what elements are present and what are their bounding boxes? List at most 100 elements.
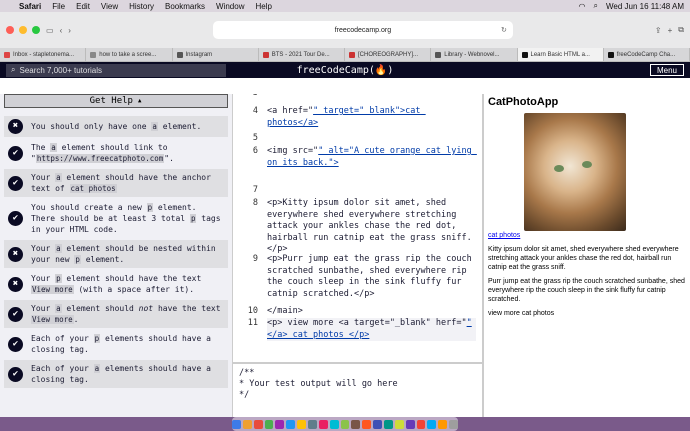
menubar-item-view[interactable]: View	[101, 2, 118, 11]
line-number: 3	[233, 94, 258, 100]
code-editor[interactable]: 3 4 <a href="" target="_blank">cat photos<…	[232, 94, 482, 417]
inline-code: p	[146, 203, 154, 212]
window-controls	[6, 26, 40, 34]
menubar-app-name[interactable]: Safari	[19, 2, 41, 11]
challenge-layout: Get Help ▴ ✖ You should only have one a e…	[0, 94, 690, 417]
dock-app-icon[interactable]	[362, 419, 372, 429]
new-tab-icon[interactable]: +	[668, 26, 673, 35]
forward-icon[interactable]: ›	[68, 26, 71, 35]
address-bar[interactable]: freecodecamp.org ↻	[212, 21, 513, 39]
code-area[interactable]: 3 4 <a href="" target="_blank">cat photos<…	[233, 94, 482, 359]
test-text: Each of your a elements should have a cl…	[31, 364, 211, 384]
search-input[interactable]: Search 7,000+ tutorials	[19, 66, 102, 75]
tab-overview-icon[interactable]: ⧉	[678, 25, 684, 35]
tab-label: Learn Basic HTML a...	[530, 51, 590, 58]
browser-tab[interactable]: Instagram	[173, 48, 259, 61]
dock-app-icon[interactable]	[297, 419, 306, 429]
dock-app-icon[interactable]	[264, 419, 274, 429]
dock-app-icon[interactable]	[286, 419, 296, 429]
back-icon[interactable]: ‹	[60, 26, 63, 35]
dock-app-icon[interactable]	[253, 419, 263, 429]
dock-app-icon[interactable]	[449, 419, 459, 429]
cat-photos-link[interactable]: cat photos	[488, 232, 520, 239]
dock-app-icon[interactable]	[394, 419, 404, 429]
menubar-item-bookmarks[interactable]: Bookmarks	[165, 2, 205, 11]
check-icon: ✔	[8, 366, 23, 382]
tab-label: BTS - 2021 Tour De...	[271, 51, 330, 58]
dock-app-icon[interactable]	[438, 419, 448, 429]
code-line[interactable]: <p>Kitty ipsum dolor sit amet, shed ever…	[267, 198, 476, 256]
menubar-item-history[interactable]: History	[129, 2, 154, 11]
dock-app-icon[interactable]	[329, 419, 339, 429]
browser-tab[interactable]: Library - Webnovel...	[431, 48, 518, 61]
test-text: Your p element should have the text View…	[31, 274, 202, 294]
dock-app-icon[interactable]	[308, 419, 317, 429]
get-help-label: Get Help	[89, 96, 133, 106]
inline-code: a	[93, 364, 101, 373]
dock-app-icon[interactable]	[275, 419, 285, 429]
code-line[interactable]: <p>Purr jump eat the grass rip the couch…	[267, 254, 476, 300]
dock-app-icon[interactable]	[340, 419, 350, 429]
wifi-icon[interactable]: ◠	[579, 2, 586, 11]
tab-bar: Inbox - stapletonema... how to take a scr…	[0, 48, 690, 62]
check-icon: ✔	[8, 145, 23, 161]
inline-code: cat photos	[69, 184, 117, 193]
code-line[interactable]: </main>	[267, 306, 476, 318]
close-window-button[interactable]	[6, 26, 14, 34]
code-line[interactable]: <a href="" target="_blank">cat photos</a…	[267, 106, 476, 129]
search-bar[interactable]: ⌕ Search 7,000+ tutorials	[6, 63, 226, 77]
dock-app-icon[interactable]	[318, 419, 328, 429]
test-text: The a element should link to "https://ww…	[31, 143, 174, 163]
tab-label: [CHOREOGRAPHY]...	[358, 51, 419, 58]
minimize-window-button[interactable]	[19, 26, 27, 34]
code-line[interactable]: <img src="" alt="A cute orange cat lying…	[267, 146, 476, 169]
menubar-item-edit[interactable]: Edit	[76, 2, 90, 11]
test-text: Your a element should have the anchor te…	[31, 173, 211, 193]
check-icon: ✔	[8, 175, 23, 191]
browser-tab[interactable]: how to take a scree...	[86, 48, 173, 61]
cross-icon: ✖	[8, 246, 23, 262]
get-help-button[interactable]: Get Help ▴	[4, 94, 228, 108]
test-text: Your a element should not have the text …	[31, 304, 221, 324]
cat-eye-right	[582, 161, 592, 168]
menubar-item-file[interactable]: File	[52, 2, 65, 11]
dock-app-icon[interactable]	[384, 419, 393, 429]
test-text: Your a element should be nested within y…	[31, 244, 216, 264]
inline-code: a	[151, 122, 158, 131]
tab-favicon-icon	[176, 51, 183, 58]
test-item: ✔ The a element should link to "https://w…	[4, 139, 228, 167]
zoom-window-button[interactable]	[32, 26, 40, 34]
dock-app-icon[interactable]	[416, 419, 426, 429]
test-item: ✔ Your a element should not have the text…	[4, 300, 228, 328]
menubar-item-window[interactable]: Window	[216, 2, 244, 11]
test-item: ✖ You should only have one a element.	[4, 116, 228, 137]
dock-app-icon[interactable]	[351, 419, 361, 429]
reload-icon[interactable]: ↻	[501, 26, 507, 34]
test-item: ✔ Your a element should have the anchor t…	[4, 169, 228, 197]
test-item: ✔ Each of your p elements should have a c…	[4, 330, 228, 358]
menu-button[interactable]: Menu	[649, 64, 684, 76]
line-number: 10	[247, 306, 258, 316]
test-item: ✖ Your a element should be nested within …	[4, 240, 228, 268]
fcc-navbar: ⌕ Search 7,000+ tutorials freeCodeCamp(🔥…	[0, 62, 690, 78]
browser-tab[interactable]: freeCodeCamp Cha...	[604, 48, 690, 61]
menubar-datetime[interactable]: Wed Jun 16 11:48 AM	[606, 2, 684, 11]
fcc-logo[interactable]: freeCodeCamp(🔥)	[297, 65, 394, 76]
search-icon[interactable]: ⌕	[594, 1, 598, 11]
share-icon[interactable]: ⇪	[655, 26, 662, 35]
code-line[interactable]: <p> view more <a target="_blank" herf=""…	[267, 318, 476, 341]
browser-tab[interactable]: Learn Basic HTML a...	[517, 48, 604, 61]
browser-tab[interactable]: Inbox - stapletonema...	[0, 48, 87, 61]
menubar-item-help[interactable]: Help	[255, 2, 271, 11]
dock-app-icon[interactable]	[405, 419, 415, 429]
dock-app-icon[interactable]	[427, 419, 437, 429]
dock-app-icon[interactable]	[242, 419, 252, 429]
browser-tab[interactable]: BTS - 2021 Tour De...	[259, 48, 345, 61]
test-text: You should only have one a element.	[31, 122, 202, 131]
sidebar-icon[interactable]: ▭	[46, 26, 54, 35]
tab-favicon-icon	[4, 51, 10, 58]
preview-paragraph-3: view more cat photos	[488, 310, 555, 317]
browser-tab[interactable]: [CHOREOGRAPHY]...	[345, 48, 432, 61]
dock-app-icon[interactable]	[231, 419, 241, 429]
dock-app-icon[interactable]	[373, 419, 383, 429]
